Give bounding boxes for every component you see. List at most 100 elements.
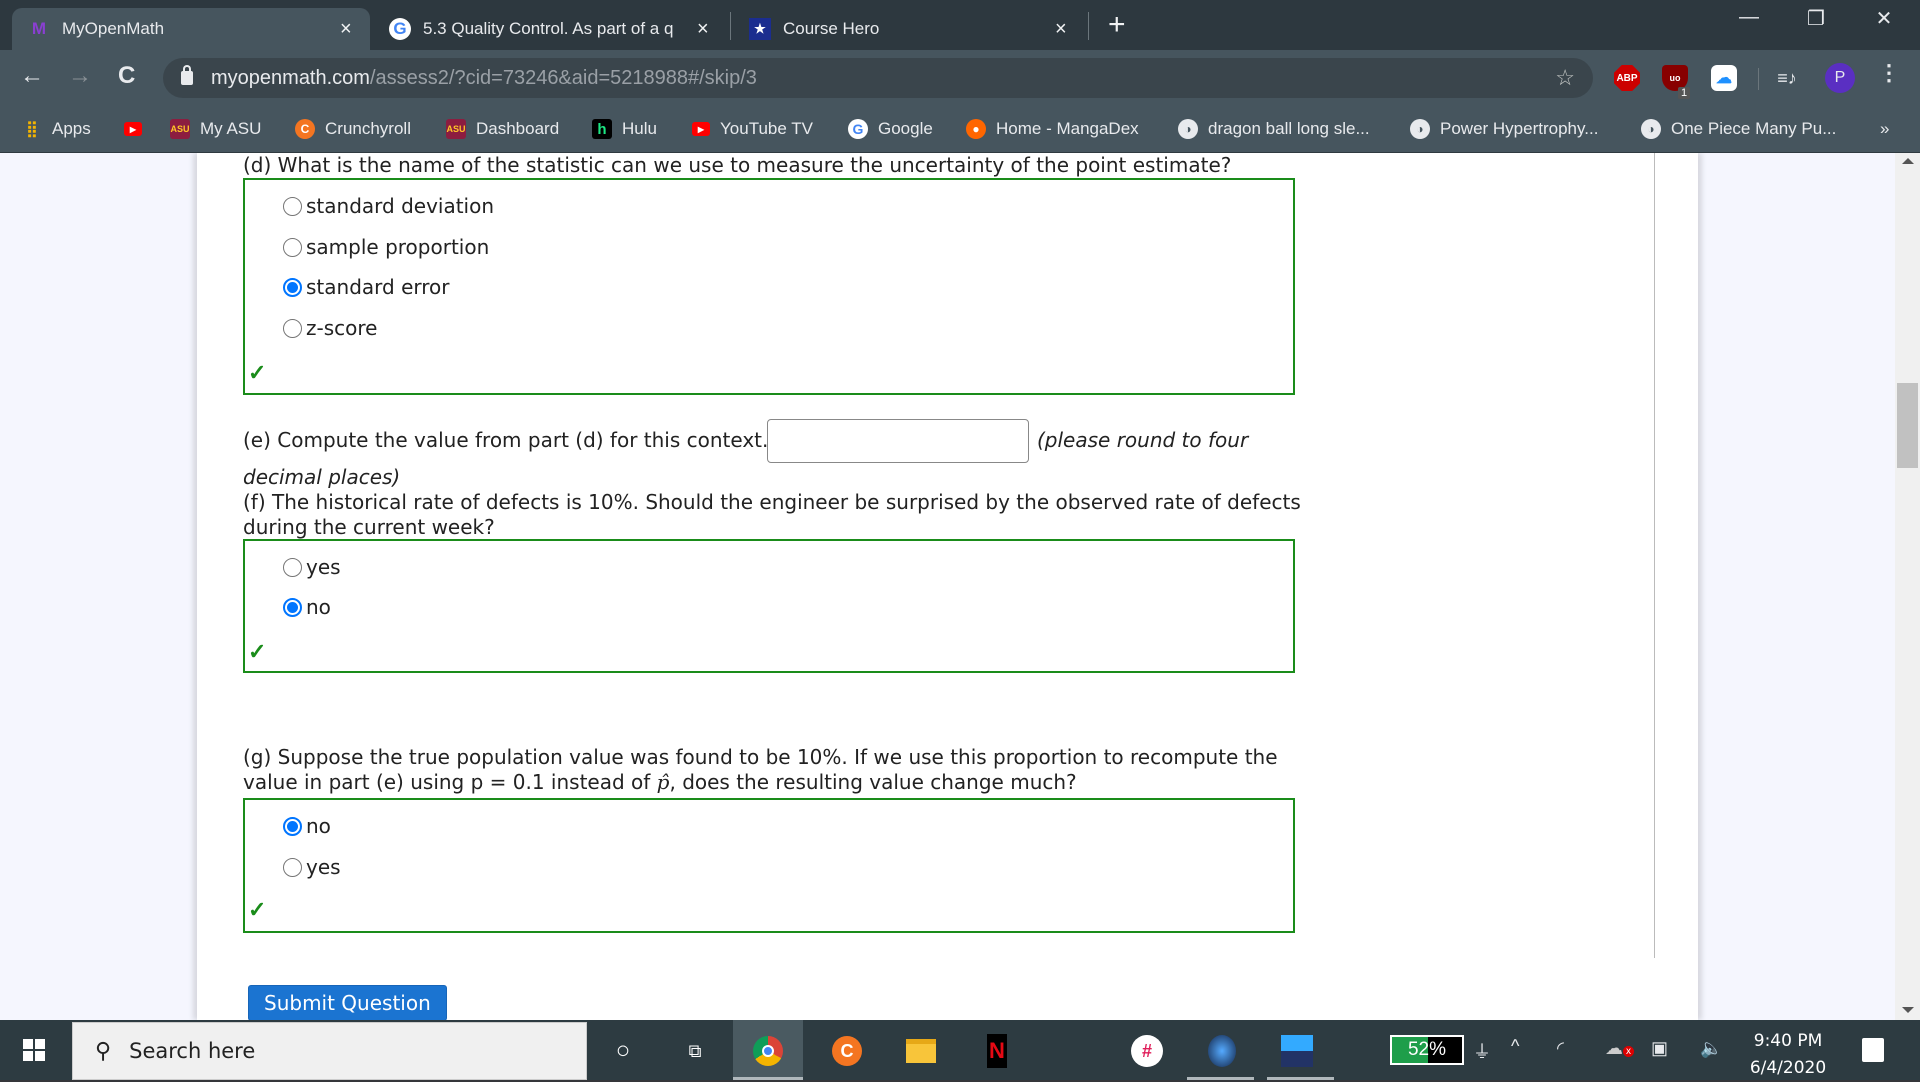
toolbar-separator <box>1758 68 1759 90</box>
taskbar-search-input[interactable]: ⚲ Search here <box>72 1022 587 1080</box>
bookmarks-overflow-button[interactable]: » <box>1880 114 1889 144</box>
option-no[interactable]: no <box>283 595 331 619</box>
action-center-icon[interactable] <box>1862 1038 1884 1062</box>
bookmark-crunchyroll[interactable]: C Crunchyroll <box>295 114 411 144</box>
question-d-prompt: (d) What is the name of the statistic ca… <box>243 153 1232 177</box>
question-e-hint: (please round to four <box>1037 428 1249 452</box>
youtube-icon: ▶ <box>124 122 142 136</box>
globe-icon: ◑ <box>1410 119 1430 139</box>
question-e-prompt: (e) Compute the value from part (d) for … <box>243 428 769 452</box>
profile-avatar[interactable]: P <box>1825 63 1855 93</box>
myopenmath-m-icon: M <box>31 19 47 38</box>
bookmark-hulu[interactable]: h Hulu <box>592 114 657 144</box>
windows-start-icon[interactable] <box>23 1039 45 1061</box>
radio-button-selected[interactable] <box>283 597 302 617</box>
close-tab-icon[interactable]: × <box>1055 18 1067 41</box>
youtube-tv-icon: ▶ <box>692 122 710 136</box>
file-explorer-icon[interactable] <box>904 1034 938 1068</box>
scroll-down-arrow-icon[interactable] <box>1902 1007 1914 1013</box>
url-input[interactable]: myopenmath.com/assess2/?cid=73246&aid=52… <box>163 58 1593 98</box>
page-viewport: (d) What is the name of the statistic ca… <box>0 153 1920 1020</box>
radio-button[interactable] <box>283 237 302 257</box>
question-f-answer-box: yes no ✓ <box>243 539 1295 673</box>
bookmark-mangadex[interactable]: ● Home - MangaDex <box>966 114 1139 144</box>
scroll-up-arrow-icon[interactable] <box>1902 158 1914 164</box>
radio-button-selected[interactable] <box>283 277 302 297</box>
radio-button[interactable] <box>283 857 302 877</box>
netflix-icon[interactable]: N <box>980 1034 1014 1068</box>
power-plug-icon: ⏚ <box>1473 1042 1491 1062</box>
minimize-button[interactable]: — <box>1729 6 1769 29</box>
close-tab-icon[interactable]: × <box>340 18 352 41</box>
browser-menu-icon[interactable]: ⋮ <box>1878 60 1900 86</box>
bookmark-power-hypertrophy[interactable]: ◑ Power Hypertrophy... <box>1410 114 1598 144</box>
battery-indicator[interactable]: 52% <box>1390 1035 1464 1065</box>
bookmarks-bar: ⣿ Apps ▶ ASU My ASU C Crunchyroll ASU Da… <box>0 106 1920 153</box>
bookmark-google[interactable]: G Google <box>848 114 933 144</box>
onedrive-error-icon[interactable]: ☁ x <box>1605 1038 1634 1059</box>
answer-e-input[interactable] <box>767 419 1029 463</box>
mangadex-icon: ● <box>966 119 986 139</box>
scrollbar-thumb[interactable] <box>1897 383 1918 468</box>
submit-question-button[interactable]: Submit Question <box>248 985 447 1020</box>
bookmark-apps[interactable]: ⣿ Apps <box>22 114 91 144</box>
bookmark-dragon-ball[interactable]: ◑ dragon ball long sle... <box>1178 114 1370 144</box>
radio-button[interactable] <box>283 196 302 216</box>
tab-title: 5.3 Quality Control. As part of a q <box>423 19 674 38</box>
power-options-icon[interactable]: ▣ <box>1651 1038 1668 1059</box>
question-g-prompt-cont: value in part (e) using p = 0.1 instead … <box>243 770 1077 794</box>
bookmark-star-icon[interactable]: ☆ <box>1555 65 1575 91</box>
asu-icon: ASU <box>170 119 190 139</box>
volume-icon[interactable]: 🔈 <box>1700 1038 1722 1059</box>
option-yes[interactable]: yes <box>283 555 341 579</box>
option-no[interactable]: no <box>283 814 331 838</box>
chrome-icon[interactable] <box>751 1034 785 1068</box>
cortana-icon[interactable]: ○ <box>606 1034 640 1068</box>
clock[interactable]: 9:40 PM 6/4/2020 <box>1740 1028 1836 1082</box>
bookmark-dashboard[interactable]: ASU Dashboard <box>446 114 559 144</box>
slack-icon[interactable]: # <box>1130 1034 1164 1068</box>
option-yes[interactable]: yes <box>283 855 341 879</box>
p-hat-symbol: p̂ <box>656 770 670 794</box>
show-hidden-icons-chevron[interactable]: ^ <box>1511 1036 1519 1057</box>
back-button[interactable]: ← <box>20 62 44 90</box>
task-view-icon[interactable]: ⧉ <box>678 1034 712 1068</box>
question-e-hint-cont: decimal places) <box>243 465 401 489</box>
tab-title: MyOpenMath <box>62 19 165 38</box>
hulu-icon: h <box>592 119 612 139</box>
tab-quality-control[interactable]: G 5.3 Quality Control. As part of a q × <box>385 8 720 50</box>
new-tab-button[interactable]: + <box>1108 8 1126 42</box>
windows-taskbar: ⚲ Search here ○ ⧉ C N # 52% ⏚ ^ ◜ ☁ x ▣ 🔈… <box>0 1020 1920 1080</box>
bookmark-one-piece[interactable]: ◑ One Piece Many Pu... <box>1641 114 1836 144</box>
option-sample-proportion[interactable]: sample proportion <box>283 235 489 259</box>
close-window-button[interactable]: ✕ <box>1864 6 1904 31</box>
address-bar-row: ← → C myopenmath.com/assess2/?cid=73246&… <box>0 50 1920 106</box>
wifi-icon[interactable]: ◜ <box>1557 1038 1564 1059</box>
icloud-icon[interactable]: ☁ <box>1711 65 1737 91</box>
radio-button-selected[interactable] <box>283 816 302 836</box>
bookmark-youtube-tv[interactable]: ▶ YouTube TV <box>692 114 813 144</box>
vertical-scrollbar[interactable] <box>1895 153 1920 1020</box>
reload-button[interactable]: C <box>118 62 135 90</box>
photos-icon[interactable] <box>1280 1034 1314 1068</box>
bookmark-youtube[interactable]: ▶ <box>124 114 152 144</box>
tab-course-hero[interactable]: ★ Course Hero × <box>745 8 1080 50</box>
bookmark-my-asu[interactable]: ASU My ASU <box>170 114 261 144</box>
option-standard-deviation[interactable]: standard deviation <box>283 194 494 218</box>
radio-button[interactable] <box>283 557 302 577</box>
option-z-score[interactable]: z-score <box>283 316 377 340</box>
browser-tab-bar: M MyOpenMath × G 5.3 Quality Control. As… <box>0 0 1920 50</box>
lock-icon[interactable] <box>181 65 193 85</box>
correct-check-icon: ✓ <box>248 639 267 664</box>
close-tab-icon[interactable]: × <box>697 18 709 41</box>
crunchyroll-app-icon[interactable]: C <box>830 1034 864 1068</box>
forward-button[interactable]: → <box>68 62 92 90</box>
adblock-plus-icon[interactable]: ABP <box>1614 65 1640 91</box>
option-standard-error[interactable]: standard error <box>283 275 450 299</box>
google-icon: G <box>848 119 868 139</box>
radio-button[interactable] <box>283 318 302 338</box>
app-orb-icon[interactable] <box>1205 1034 1239 1068</box>
restore-button[interactable]: ❐ <box>1796 6 1836 31</box>
media-controls-icon[interactable]: ≡♪ <box>1774 65 1800 91</box>
tab-myopenmath[interactable]: M MyOpenMath × <box>12 8 370 50</box>
